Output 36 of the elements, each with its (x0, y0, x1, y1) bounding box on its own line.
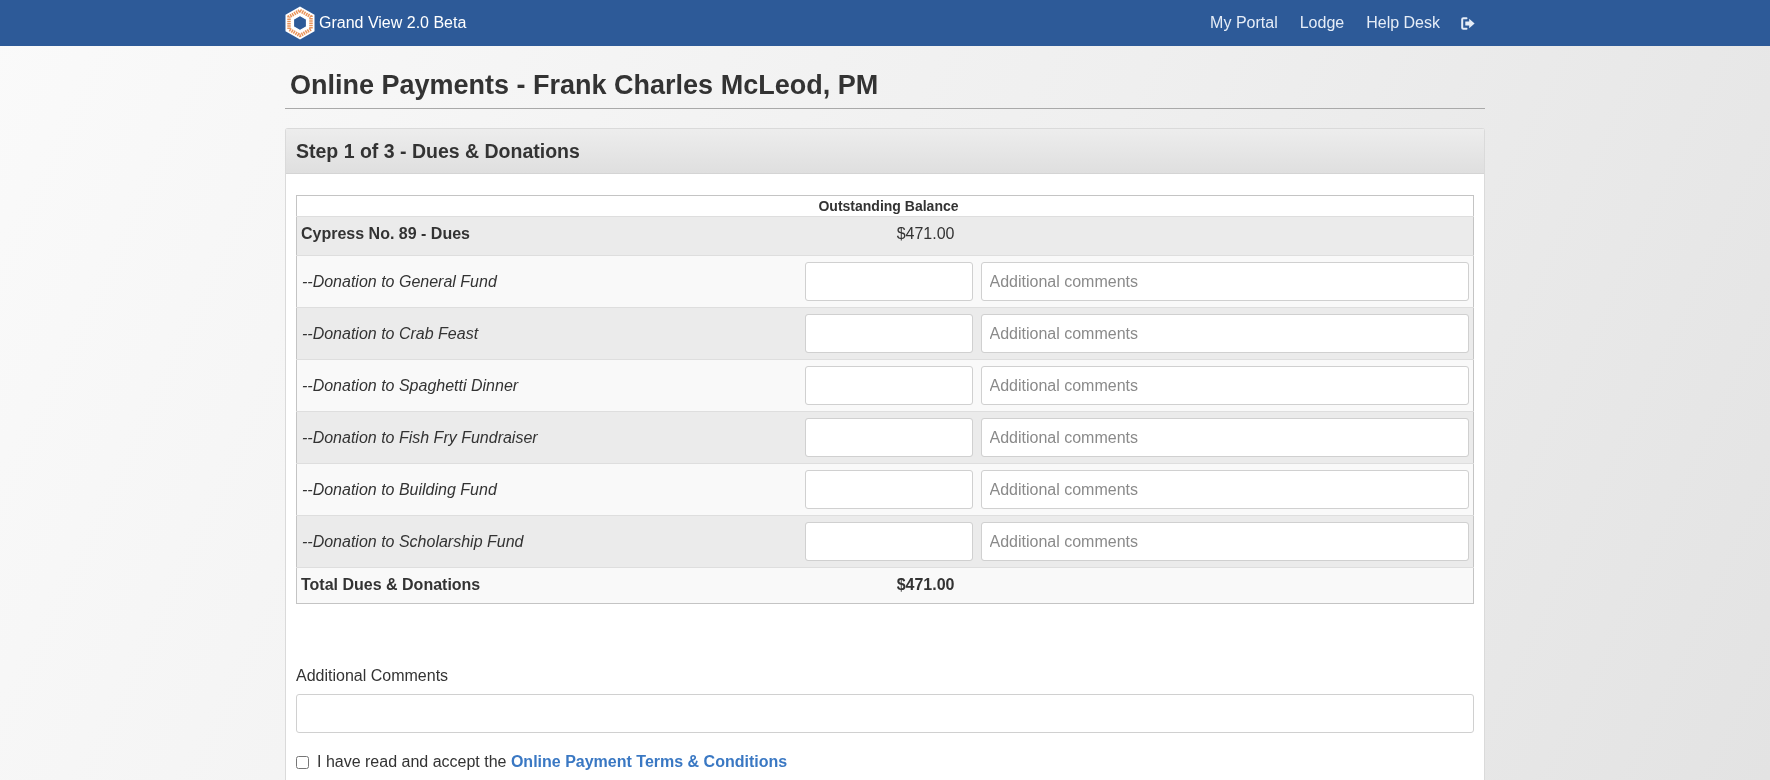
donation-label: --Donation to General Fund (301, 272, 497, 290)
donation-label: --Donation to Spaghetti Dinner (301, 376, 519, 394)
comment-field[interactable]: Additional comments (980, 418, 1469, 458)
nav-link[interactable]: My Portal (1199, 11, 1289, 35)
terms-text: I have read and accept the Online Payment Terms & Conditions (317, 752, 788, 773)
column-heading: Outstanding Balance (818, 198, 959, 215)
total-label: Total Dues & Donations (301, 576, 481, 594)
comment-field[interactable]: Additional comments (980, 522, 1469, 562)
comment-field[interactable]: Additional comments (980, 314, 1469, 354)
amount-field[interactable] (804, 262, 973, 302)
amount-field[interactable] (804, 418, 973, 458)
amount-field[interactable] (804, 522, 973, 562)
panel-title: Step 1 of 3 - Dues & Donations (296, 138, 580, 164)
comment-field[interactable]: Additional comments (980, 366, 1469, 406)
comment-field[interactable]: Additional comments (980, 470, 1469, 510)
amount-field[interactable] (804, 366, 973, 406)
amount-field[interactable] (804, 470, 973, 510)
donation-label: --Donation to Building Fund (301, 480, 497, 498)
brand-link[interactable]: Grand View 2.0 Beta (285, 6, 467, 40)
balance-amount: $471.00 (896, 224, 955, 245)
page-title: Online Payments - Frank Charles McLeod, PM (289, 69, 880, 102)
total-amount: $471.00 (896, 575, 955, 596)
donation-label: --Donation to Scholarship Fund (301, 532, 524, 550)
donation-label: --Donation to Fish Fry Fundraiser (301, 428, 538, 446)
field-label: Additional Comments (296, 666, 449, 687)
terms-checkbox[interactable] (296, 755, 309, 769)
nav-link[interactable]: Help Desk (1355, 11, 1451, 35)
amount-field[interactable] (804, 314, 973, 354)
comments-field[interactable] (296, 694, 1474, 734)
logo-icon (285, 6, 315, 40)
dues-label: Cypress No. 89 - Dues (301, 225, 470, 243)
terms-link[interactable]: Online Payment Terms & Conditions (510, 753, 788, 771)
donation-label: --Donation to Crab Feast (301, 324, 479, 342)
sign-out-icon[interactable] (1461, 16, 1475, 30)
nav-link[interactable]: Lodge (1288, 11, 1356, 35)
comment-field[interactable]: Additional comments (980, 262, 1469, 302)
